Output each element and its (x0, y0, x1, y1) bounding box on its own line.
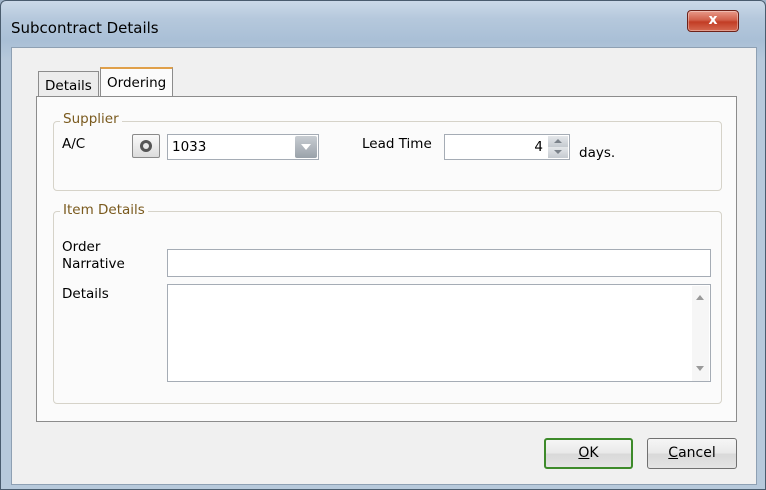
spin-down-icon[interactable] (548, 147, 568, 158)
details-label: Details (62, 286, 109, 302)
cancel-button-mnemonic: C (668, 445, 679, 461)
order-narrative-label-line1: Order (62, 239, 101, 255)
lead-time-value: 4 (534, 139, 543, 155)
cancel-button-label: ancel (678, 445, 716, 461)
lead-time-spin-buttons (548, 136, 568, 158)
supplier-account-value: 1033 (172, 139, 207, 155)
lead-time-label: Lead Time (362, 136, 432, 152)
details-scrollbar[interactable] (692, 286, 709, 381)
supplier-account-combo[interactable]: 1033 (167, 134, 319, 160)
account-label: A/C (62, 136, 86, 152)
ok-button-label: K (589, 445, 599, 461)
tab-details-label: Details (45, 78, 92, 94)
lookup-icon (140, 140, 152, 152)
lead-time-spinner[interactable]: 4 (444, 134, 570, 160)
close-button[interactable]: x (687, 10, 739, 32)
tab-ordering[interactable]: Ordering (100, 67, 174, 97)
ordering-tab-panel: Supplier A/C 1033 Lead Time 4 days. Item… (36, 96, 737, 422)
item-details-group-legend: Item Details (60, 202, 148, 218)
tab-ordering-label: Ordering (107, 75, 167, 91)
ok-button[interactable]: OK (544, 438, 633, 469)
details-textarea[interactable] (167, 284, 711, 382)
spin-up-icon[interactable] (548, 136, 568, 147)
chevron-down-icon[interactable] (295, 136, 317, 158)
close-icon: x (708, 12, 718, 28)
supplier-group-legend: Supplier (60, 111, 122, 127)
order-narrative-label-line2: Narrative (62, 256, 125, 272)
scroll-up-icon[interactable] (696, 295, 704, 300)
order-narrative-input[interactable] (167, 249, 711, 277)
cancel-button[interactable]: Cancel (647, 438, 737, 469)
ok-button-mnemonic: O (578, 445, 590, 461)
window-title: Subcontract Details (11, 19, 159, 37)
lead-time-unit: days. (579, 145, 616, 161)
dialog-client-area: Details Ordering Supplier A/C 1033 Lead … (11, 47, 757, 485)
tab-details[interactable]: Details (38, 71, 99, 96)
supplier-lookup-button[interactable] (132, 134, 160, 158)
dialog-window: Subcontract Details x Details Ordering S… (0, 0, 766, 490)
scroll-down-icon[interactable] (696, 366, 704, 371)
order-narrative-label: Order Narrative (62, 239, 125, 273)
